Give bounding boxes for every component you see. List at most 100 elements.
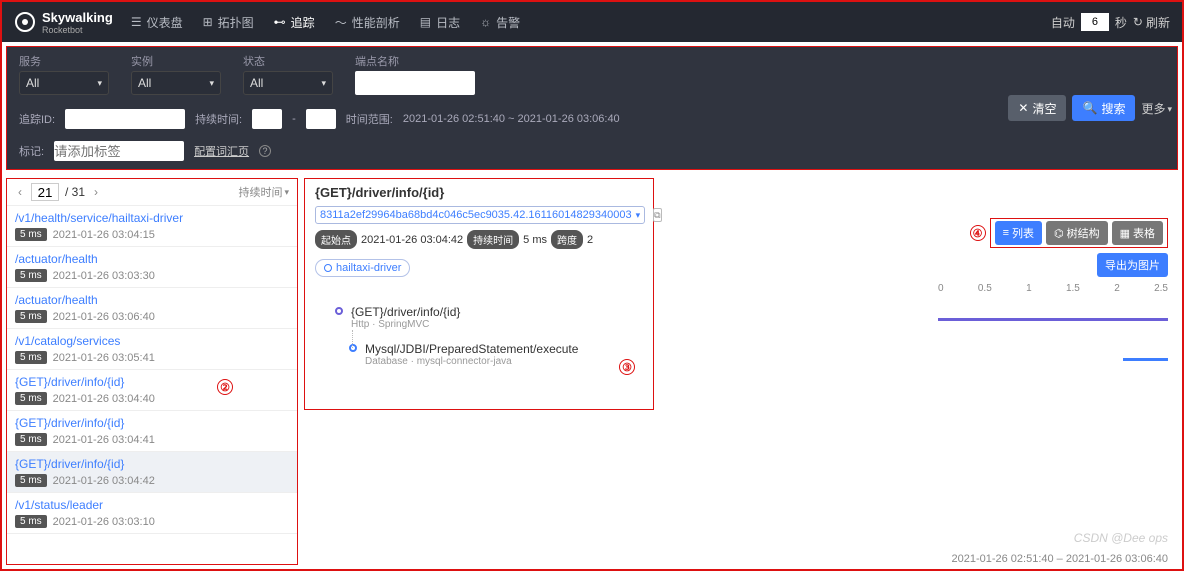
trace-timestamp: 2021-01-26 03:06:40 bbox=[53, 311, 155, 323]
sort-select[interactable]: 持续时间 bbox=[238, 184, 289, 200]
help-icon[interactable]: ? bbox=[259, 145, 271, 157]
latency-badge: 5 ms bbox=[15, 228, 47, 241]
dur-value: 5 ms bbox=[523, 234, 547, 246]
trace-timestamp: 2021-01-26 03:04:42 bbox=[53, 475, 155, 487]
range-label: 时间范围: bbox=[346, 111, 393, 127]
topology-icon: ⊞ bbox=[203, 15, 213, 29]
trace-link[interactable]: /actuator/health bbox=[15, 252, 98, 266]
lexicon-link[interactable]: 配置词汇页 bbox=[194, 143, 249, 159]
trace-link[interactable]: /v1/catalog/services bbox=[15, 334, 120, 348]
tag-input[interactable] bbox=[54, 141, 184, 161]
range-value: 2021-01-26 02:51:40 ~ 2021-01-26 03:06:4… bbox=[403, 113, 620, 125]
footer-time-range: 2021-01-26 02:51:40 – 2021-01-26 03:06:4… bbox=[951, 553, 1168, 565]
trace-link[interactable]: /v1/health/service/hailtaxi-driver bbox=[15, 211, 183, 225]
trace-timestamp: 2021-01-26 03:04:15 bbox=[53, 229, 155, 241]
view-tree-button[interactable]: ⌬树结构 bbox=[1046, 221, 1108, 245]
span-row[interactable]: {GET}/driver/info/{id}Http · SpringMVC bbox=[335, 305, 643, 330]
span-dot-icon bbox=[335, 307, 343, 315]
auto-seconds-input[interactable] bbox=[1081, 13, 1109, 31]
trace-item[interactable]: {GET}/driver/info/{id} 5 ms 2021-01-26 03:… bbox=[7, 452, 297, 493]
log-icon: ▤ bbox=[420, 15, 431, 29]
endpoint-input[interactable] bbox=[355, 71, 475, 95]
trace-id-input[interactable] bbox=[65, 109, 185, 129]
refresh-button[interactable]: ↻刷新 bbox=[1133, 14, 1170, 31]
latency-badge: 5 ms bbox=[15, 269, 47, 282]
span-sub: Http · SpringMVC bbox=[351, 319, 460, 330]
nav-profile[interactable]: 〜性能剖析 bbox=[335, 14, 400, 31]
latency-badge: 5 ms bbox=[15, 351, 47, 364]
trace-item[interactable]: {GET}/driver/info/{id}5 ms2021-01-26 03:… bbox=[7, 411, 297, 452]
trace-link[interactable]: {GET}/driver/info/{id} bbox=[15, 416, 124, 430]
trace-timestamp: 2021-01-26 03:05:41 bbox=[53, 352, 155, 364]
span-name: {GET}/driver/info/{id} bbox=[351, 305, 460, 319]
service-tag[interactable]: hailtaxi-driver bbox=[315, 259, 410, 277]
span-dot-icon bbox=[349, 344, 357, 352]
trace-link[interactable]: {GET}/driver/info/{id} bbox=[15, 375, 124, 389]
duration-sep: - bbox=[292, 113, 296, 125]
start-value: 2021-01-26 03:04:42 bbox=[361, 234, 463, 246]
span-sub: Database · mysql-connector-java bbox=[365, 356, 578, 367]
page-prev[interactable]: ‹ bbox=[15, 185, 25, 199]
latency-badge: 5 ms bbox=[15, 392, 47, 405]
gantt-bar bbox=[938, 318, 1168, 321]
logo: SkywalkingRocketbot bbox=[14, 10, 113, 35]
clear-button[interactable]: ✕清空 bbox=[1008, 95, 1066, 121]
endpoint-label: 端点名称 bbox=[355, 53, 475, 69]
status-select[interactable]: All bbox=[243, 71, 333, 95]
trace-item[interactable]: {GET}/driver/info/{id} 5 ms 2021-01-26 03:… bbox=[7, 370, 297, 411]
more-toggle[interactable]: 更多 bbox=[1141, 100, 1172, 117]
search-button[interactable]: 🔍搜索 bbox=[1072, 95, 1135, 121]
close-icon: ✕ bbox=[1018, 101, 1028, 115]
page-input[interactable] bbox=[31, 183, 59, 201]
trace-timestamp: 2021-01-26 03:04:40 bbox=[53, 393, 155, 405]
annotation-3: ③ bbox=[619, 359, 635, 375]
duration-max-input[interactable] bbox=[306, 109, 336, 129]
span-pill: 跨度 bbox=[551, 230, 583, 249]
trace-item[interactable]: /v1/health/service/hailtaxi-driver 5 ms 20… bbox=[7, 206, 297, 247]
trace-item[interactable]: /v1/status/leader5 ms2021-01-26 03:03:10 bbox=[7, 493, 297, 534]
watermark: CSDN @Dee ops bbox=[1074, 531, 1168, 545]
trace-link[interactable]: {GET}/driver/info/{id} bbox=[15, 457, 124, 471]
trace-id-select[interactable]: 8311a2ef29964ba68bd4c046c5ec9035.42.1611… bbox=[315, 206, 645, 224]
tree-icon: ⌬ bbox=[1054, 227, 1064, 240]
gantt-axis: 00.511.522.5 bbox=[938, 283, 1168, 294]
latency-badge: 5 ms bbox=[15, 474, 47, 487]
trace-item[interactable]: /actuator/health5 ms2021-01-26 03:03:30 bbox=[7, 247, 297, 288]
trace-item[interactable]: /v1/catalog/services 5 ms 2021-01-26 03:05… bbox=[7, 329, 297, 370]
nav-trace[interactable]: ⊷追踪 bbox=[274, 14, 315, 31]
trace-link[interactable]: /v1/status/leader bbox=[15, 498, 103, 512]
refresh-icon: ↻ bbox=[1133, 15, 1143, 29]
page-next[interactable]: › bbox=[91, 185, 101, 199]
view-table-button[interactable]: ▦表格 bbox=[1112, 221, 1163, 245]
annotation-2: ② bbox=[217, 379, 233, 395]
auto-unit: 秒 bbox=[1115, 14, 1127, 31]
circle-icon bbox=[324, 264, 332, 272]
copy-icon[interactable]: ⧉ bbox=[653, 208, 661, 222]
table-icon: ▦ bbox=[1120, 227, 1130, 240]
chart-icon: 〜 bbox=[335, 14, 347, 31]
nav-topology[interactable]: ⊞拓扑图 bbox=[203, 14, 254, 31]
gauge-icon: ☰ bbox=[131, 15, 142, 29]
nav-dashboard[interactable]: ☰仪表盘 bbox=[131, 14, 183, 31]
auto-label: 自动 bbox=[1051, 14, 1075, 31]
latency-badge: 5 ms bbox=[15, 310, 47, 323]
span-value: 2 bbox=[587, 234, 593, 246]
page-total: / 31 bbox=[65, 185, 85, 199]
gantt-bar bbox=[1123, 358, 1168, 361]
span-row[interactable]: Mysql/JDBI/PreparedStatement/executeData… bbox=[349, 342, 643, 367]
dur-pill: 持续时间 bbox=[467, 230, 519, 249]
view-list-button[interactable]: ≡列表 bbox=[995, 221, 1042, 245]
trace-view: {GET}/driver/info/{id} 8311a2ef29964ba68… bbox=[304, 178, 1178, 565]
alarm-icon: ☼ bbox=[480, 15, 491, 29]
service-select[interactable]: All bbox=[19, 71, 109, 95]
trace-item[interactable]: /actuator/health 5 ms 2021-01-26 03:06:40 bbox=[7, 288, 297, 329]
duration-min-input[interactable] bbox=[252, 109, 282, 129]
nav-alarm[interactable]: ☼告警 bbox=[480, 14, 520, 31]
export-image-button[interactable]: 导出为图片 bbox=[1097, 253, 1168, 277]
status-label: 状态 bbox=[243, 53, 333, 69]
span-name: Mysql/JDBI/PreparedStatement/execute bbox=[365, 342, 578, 356]
instance-select[interactable]: All bbox=[131, 71, 221, 95]
tag-label: 标记: bbox=[19, 143, 44, 159]
nav-log[interactable]: ▤日志 bbox=[420, 14, 460, 31]
trace-link[interactable]: /actuator/health bbox=[15, 293, 98, 307]
